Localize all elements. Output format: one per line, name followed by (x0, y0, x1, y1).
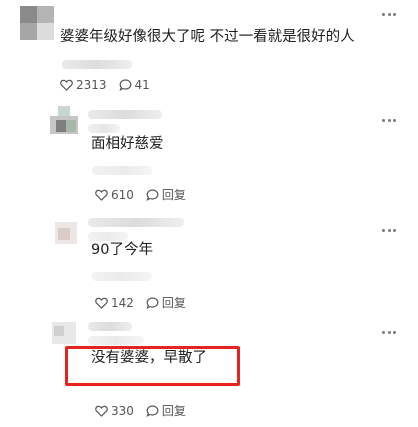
heart-icon (95, 297, 108, 309)
reply-button[interactable]: 回复 (146, 186, 186, 203)
comment-text: 90了今年 (91, 242, 153, 258)
heart-icon (95, 405, 108, 417)
comment-actions: 2313 41 (60, 78, 150, 92)
avatar[interactable] (20, 6, 54, 40)
comment-bubble-icon (146, 404, 159, 417)
more-dots-icon[interactable] (382, 118, 396, 122)
comment-actions: 330 回复 (95, 402, 186, 419)
reply-count: 41 (134, 78, 150, 92)
like-count: 2313 (76, 78, 107, 92)
comment-meta-blurred (92, 272, 152, 281)
reply-label: 回复 (161, 404, 186, 418)
like-count: 610 (111, 187, 134, 202)
reply-label: 回复 (161, 188, 186, 202)
like-button[interactable]: 142 (95, 296, 134, 310)
username-blurred (88, 218, 184, 227)
username-blurred (88, 110, 162, 119)
comment-actions: 142 回复 (95, 294, 186, 311)
comment-text: 面相好慈爱 (91, 136, 164, 152)
heart-icon (60, 79, 73, 91)
like-count: 142 (111, 295, 134, 310)
avatar[interactable] (55, 222, 77, 244)
more-dots-icon[interactable] (382, 330, 396, 334)
username-blurred (88, 124, 120, 133)
avatar[interactable] (52, 322, 76, 344)
comment-meta-blurred (92, 166, 152, 175)
like-button[interactable]: 330 (95, 404, 134, 418)
heart-icon (95, 189, 108, 201)
like-count: 330 (111, 403, 134, 418)
more-dots-icon[interactable] (382, 228, 396, 232)
comment-actions: 610 回复 (95, 186, 186, 203)
like-button[interactable]: 2313 (60, 78, 107, 92)
reply-label: 回复 (161, 296, 186, 310)
avatar[interactable] (50, 106, 78, 134)
comment-bubble-icon (146, 188, 159, 201)
comment-text: 婆婆年级好像很大了呢 不过一看就是很好的人 (60, 29, 355, 45)
comment-bubble-icon (146, 296, 159, 309)
reply-button[interactable]: 回复 (146, 402, 186, 419)
more-dots-icon[interactable] (382, 12, 396, 16)
comment-bubble-icon (118, 79, 131, 91)
comment-meta-blurred (62, 60, 132, 69)
like-button[interactable]: 610 (95, 188, 134, 202)
username-blurred (88, 322, 132, 331)
username-blurred (88, 336, 144, 345)
highlight-box (65, 346, 240, 386)
reply-button[interactable]: 回复 (146, 294, 186, 311)
reply-button[interactable]: 41 (118, 78, 150, 92)
